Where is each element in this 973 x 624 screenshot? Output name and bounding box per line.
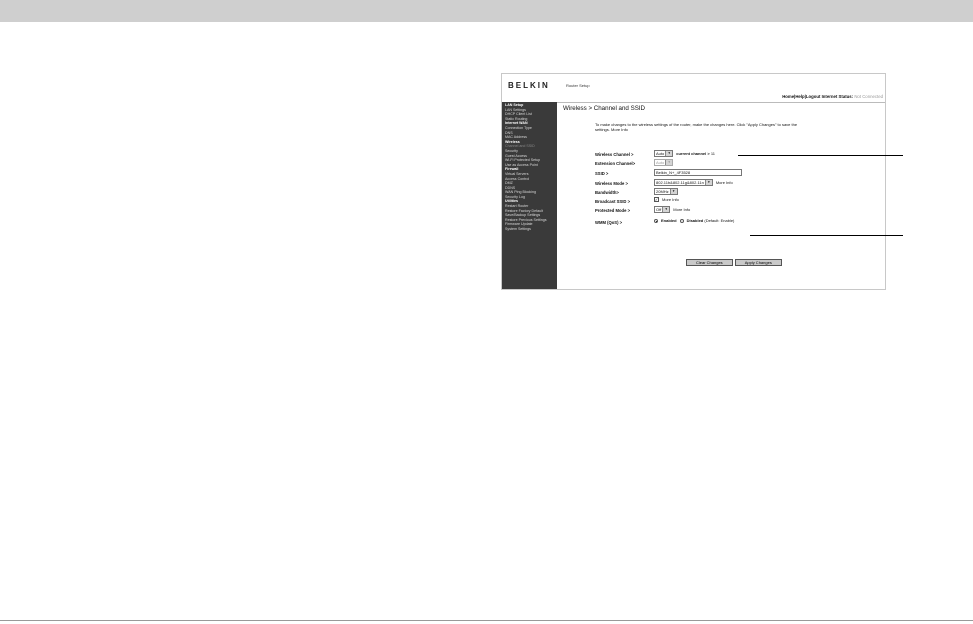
wireless-mode-label: Wireless Mode > [595, 180, 628, 186]
internet-status-value: Not Connected [854, 94, 883, 99]
protected-mode-more-info-link[interactable]: More Info [673, 207, 690, 212]
protected-mode-select[interactable]: Off ▼ [654, 206, 671, 213]
home-help-logout-links[interactable]: Home|Help|Logout [782, 94, 820, 99]
chevron-down-icon: ▼ [662, 207, 670, 212]
ssid-callout-line [738, 155, 903, 156]
belkin-logo: BELKIN [508, 81, 550, 90]
top-banner-bar [0, 0, 973, 22]
wmm-enabled-label: Enabled [661, 218, 677, 223]
router-setup-screenshot: BELKIN Router Setup Home|Help|Logout Int… [501, 73, 886, 290]
wmm-default-note: (Default: Enable) [704, 218, 735, 223]
sidebar-item-system-settings[interactable]: System Settings [502, 227, 557, 232]
wmm-disabled-radio[interactable] [679, 218, 684, 223]
clear-changes-button[interactable]: Clear Changes [686, 259, 733, 266]
wmm-disabled-label: Disabled [686, 218, 704, 223]
chevron-down-icon: ▼ [704, 180, 712, 185]
ssid-label: SSID > [595, 170, 609, 176]
intro-text: To make changes to the wireless settings… [595, 122, 798, 132]
wireless-channel-select[interactable]: Auto ▼ [654, 150, 674, 157]
wmm-enabled-radio[interactable] [654, 218, 658, 223]
apply-changes-button[interactable]: Apply Changes [734, 259, 782, 266]
chevron-down-icon: ▼ [665, 160, 673, 165]
router-header: BELKIN Router Setup Home|Help|Logout Int… [502, 74, 885, 103]
form-buttons: Clear Changes Apply Changes [686, 259, 782, 266]
extension-channel-select[interactable]: Auto ▼ [654, 159, 674, 166]
broadcast-ssid-label: Broadcast SSID > [595, 198, 631, 204]
ssid-input[interactable]: Belkin_N+_4F3528 [654, 169, 742, 176]
chevron-down-icon: ▼ [665, 151, 673, 156]
chevron-down-icon: ▼ [669, 189, 677, 194]
extension-channel-label: Extension Channel> [595, 160, 636, 166]
current-channel-label: current channel > [676, 150, 710, 156]
protected-mode-label: Protected Mode > [595, 207, 631, 213]
apply-callout-line [750, 235, 903, 236]
main-content: Wireless > Channel and SSID To make chan… [560, 102, 885, 289]
current-channel-value: 11 [710, 150, 715, 156]
bandwidth-select[interactable]: 20MHz ▼ [654, 188, 678, 195]
wireless-channel-label: Wireless Channel > [595, 151, 634, 157]
wireless-mode-select[interactable]: 802.11b&802.11g&802.11n ▼ [654, 179, 713, 186]
page-title: Wireless > Channel and SSID [563, 105, 646, 112]
bottom-rule [0, 620, 973, 621]
wmm-label: WMM (QoS) > [595, 219, 623, 225]
header-links: Home|Help|Logout Internet Status: Not Co… [782, 94, 883, 99]
router-setup-label: Router Setup [566, 83, 590, 88]
internet-status-label: Internet Status: [821, 94, 854, 99]
broadcast-ssid-checkbox[interactable]: ✓ [654, 197, 659, 202]
sidebar-nav: LAN Setup LAN Settings DHCP Client List Sta… [502, 102, 557, 289]
wireless-mode-more-info-link[interactable]: More Info [716, 180, 733, 185]
bandwidth-label: Bandwidth> [595, 189, 619, 195]
broadcast-ssid-more-info-link[interactable]: More Info [662, 197, 679, 202]
